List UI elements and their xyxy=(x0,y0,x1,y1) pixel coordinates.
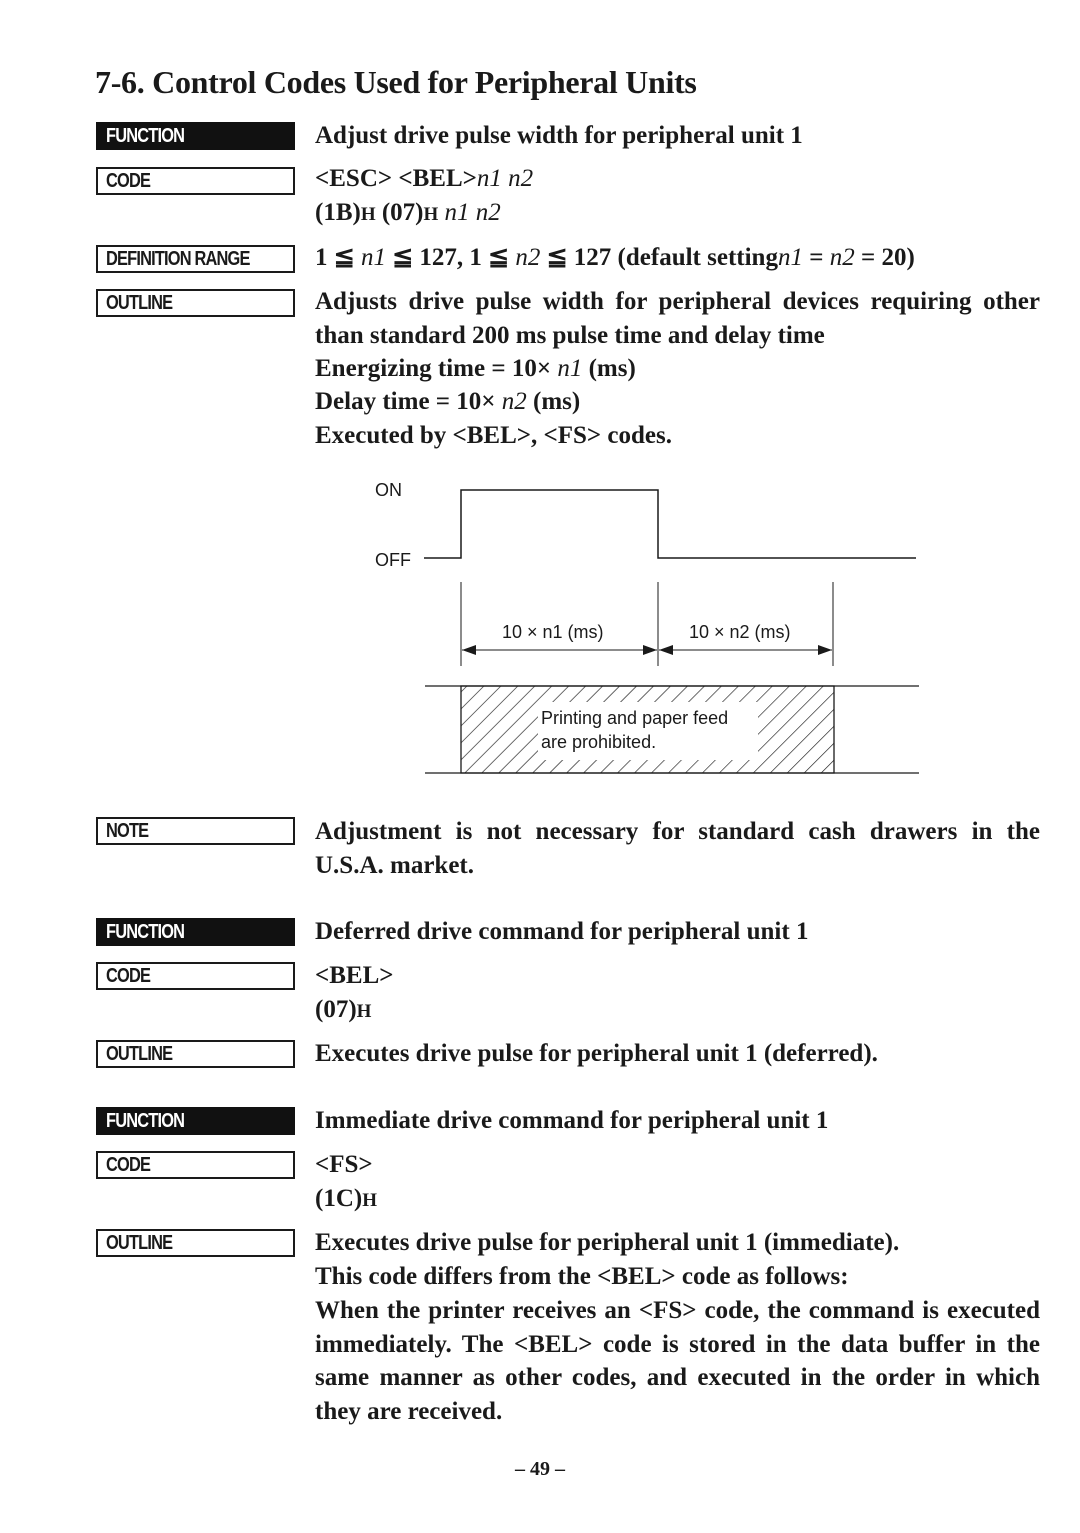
function-label: FUNCTION xyxy=(96,1107,295,1135)
function-label: FUNCTION xyxy=(96,918,295,946)
outline-paragraph: When the printer receives an <FS> code, … xyxy=(315,1297,1040,1425)
function-label: FUNCTION xyxy=(96,122,295,150)
timing-diagram: ON OFF 10 × n1 (ms) 10 × n2 (ms) Printin… xyxy=(375,480,919,774)
code-mnemonic: <FS> xyxy=(315,1151,373,1178)
delay-time: Delay time = 10× n2 (ms) xyxy=(315,388,581,415)
outline-label: OUTLINE xyxy=(96,1229,295,1257)
outline-text: Adjusts drive pulse width for peripheral… xyxy=(315,288,1040,349)
pulse-waveform xyxy=(424,489,916,559)
definition-range-text: 1 ≦ n1 ≦ 127, 1 ≦ n2 ≦ 127 (default sett… xyxy=(315,244,915,271)
outline-text-2: This code differs from the <BEL> code as… xyxy=(315,1263,849,1290)
code-label: CODE xyxy=(96,167,295,195)
function-text: Immediate drive command for peripheral u… xyxy=(315,1107,829,1134)
code-mnemonic: <ESC> <BEL>n1 n2 xyxy=(315,165,534,192)
on-label: ON xyxy=(375,480,402,500)
code-hex: (1C)H xyxy=(315,1185,377,1212)
code-label: CODE xyxy=(96,1151,295,1179)
code-mnemonic: <BEL> xyxy=(315,962,394,989)
function-text: Deferred drive command for peripheral un… xyxy=(315,918,809,945)
executed-by: Executed by <BEL>, <FS> codes. xyxy=(315,422,673,449)
page-number: – 49 – xyxy=(515,1458,565,1480)
page-title: 7-6. Control Codes Used for Peripheral U… xyxy=(95,64,697,100)
note-text: Adjustment is not necessary for standard… xyxy=(315,818,1040,879)
prohibited-text-line2: are prohibited. xyxy=(541,732,656,752)
prohibited-text-line1: Printing and paper feed xyxy=(541,708,728,728)
energizing-time: Energizing time = 10× n1 (ms) xyxy=(315,355,636,382)
outline-text: Executes drive pulse for peripheral unit… xyxy=(315,1040,878,1067)
function-text: Adjust drive pulse width for peripheral … xyxy=(315,122,803,149)
outline-text: Executes drive pulse for peripheral unit… xyxy=(315,1229,900,1256)
n1-duration-label: 10 × n1 (ms) xyxy=(502,622,604,642)
note-label: NOTE xyxy=(96,817,295,845)
outline-label: OUTLINE xyxy=(96,289,295,317)
off-label: OFF xyxy=(375,550,411,570)
definition-range-label: DEFINITION RANGE xyxy=(96,245,295,273)
code-label: CODE xyxy=(96,962,295,990)
code-hex: (07)H xyxy=(315,996,372,1023)
code-hex: (1B)H (07)H n1 n2 xyxy=(315,199,501,226)
n2-duration-label: 10 × n2 (ms) xyxy=(689,622,791,642)
outline-label: OUTLINE xyxy=(96,1040,295,1068)
